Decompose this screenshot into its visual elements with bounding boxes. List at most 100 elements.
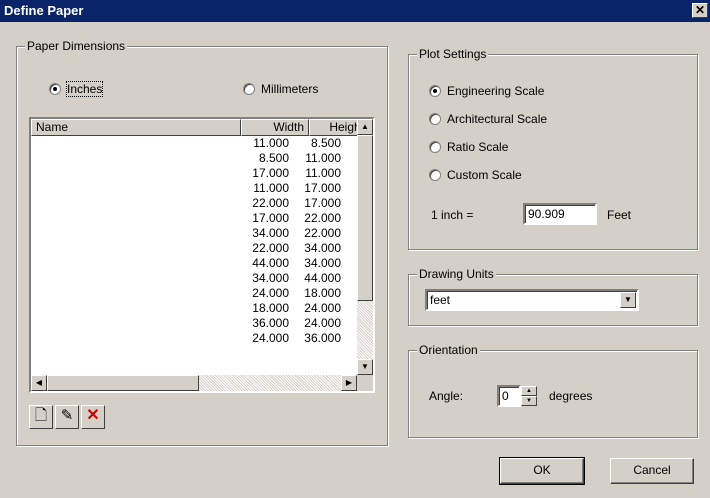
paper-height-cell: 11.000 <box>305 166 341 180</box>
paper-height-cell: 17.000 <box>304 196 341 210</box>
scroll-corner <box>357 375 373 391</box>
angle-field[interactable]: 0 <box>497 385 521 407</box>
column-header-width[interactable]: Width <box>241 119 309 136</box>
scroll-up-icon[interactable]: ▲ <box>357 119 373 135</box>
horizontal-scroll-thumb[interactable] <box>47 375 199 391</box>
window-title: Define Paper <box>4 3 84 18</box>
drawing-units-legend: Drawing Units <box>417 267 496 281</box>
drawing-units-value: feet <box>430 293 451 307</box>
paper-width-cell: 24.000 <box>252 286 289 300</box>
ratio-scale-label: Ratio Scale <box>447 140 509 154</box>
paper-height-cell: 18.000 <box>304 286 341 300</box>
close-icon[interactable]: ✕ <box>692 3 708 18</box>
paper-list-header: Name Width Height <box>31 119 369 136</box>
paper-width-cell: 22.000 <box>252 196 289 210</box>
paper-dimensions-group: Paper Dimensions Inches Millimeters Name… <box>16 39 388 446</box>
new-paper-button[interactable]: 🗋 <box>29 405 53 429</box>
new-paper-icon: 🗋 <box>34 407 48 424</box>
table-row[interactable]: ANSI B (Landscape)17.00011.000 <box>31 166 351 181</box>
custom-scale-radio[interactable]: Custom Scale <box>429 167 522 183</box>
plot-settings-legend: Plot Settings <box>417 47 489 61</box>
scale-value-field[interactable]: 90.909 <box>523 203 597 225</box>
paper-width-cell: 8.500 <box>258 151 289 165</box>
paper-height-cell: 36.000 <box>304 331 341 345</box>
table-row[interactable]: ANSI E (Landscape)44.00034.000 <box>31 256 351 271</box>
spin-down-icon[interactable]: ▼ <box>521 396 537 406</box>
paper-width-cell: 34.000 <box>252 226 289 240</box>
paper-width-cell: 17.000 <box>252 211 289 225</box>
vertical-scroll-thumb[interactable] <box>357 135 373 301</box>
horizontal-scrollbar[interactable]: ◀ ▶ <box>31 375 357 391</box>
table-row[interactable]: ANSI A (Landscape)11.0008.500 <box>31 136 351 151</box>
table-row[interactable]: ANSI B (Portrait)11.00017.000 <box>31 181 351 196</box>
chevron-down-icon[interactable]: ▼ <box>620 292 636 308</box>
delete-paper-button[interactable]: ✕ <box>81 405 105 429</box>
paper-height-cell: 24.000 <box>304 301 341 315</box>
table-row[interactable]: ANSI D (Portrait)22.00034.000 <box>31 241 351 256</box>
millimeters-label: Millimeters <box>261 82 319 96</box>
millimeters-radio[interactable]: Millimeters <box>243 81 318 97</box>
paper-height-cell: 44.000 <box>304 271 341 285</box>
angle-unit-label: degrees <box>549 389 593 403</box>
architectural-scale-label: Architectural Scale <box>447 112 548 126</box>
drawing-units-select[interactable]: feet ▼ <box>425 289 639 311</box>
ratio-scale-radio[interactable]: Ratio Scale <box>429 139 508 155</box>
scroll-right-icon[interactable]: ▶ <box>341 375 357 391</box>
ok-button[interactable]: OK <box>499 457 585 485</box>
paper-list-rows: ANSI A (Landscape)11.0008.500ANSI A (Por… <box>31 136 351 346</box>
table-row[interactable]: ANSI C (Landscape)22.00017.000 <box>31 196 351 211</box>
inches-radio[interactable]: Inches <box>49 81 104 97</box>
paper-list[interactable]: Name Width Height ANSI A (Landscape)11.0… <box>29 117 375 393</box>
millimeters-radio-dot[interactable] <box>243 83 255 95</box>
paper-width-cell: 36.000 <box>252 316 289 330</box>
table-row[interactable]: ARCH D (Portrait)24.00036.000 <box>31 331 351 346</box>
engineering-scale-label: Engineering Scale <box>447 84 545 98</box>
table-row[interactable]: ARCH C (Landscape)24.00018.000 <box>31 286 351 301</box>
paper-height-cell: 22.000 <box>304 211 341 225</box>
orientation-legend: Orientation <box>417 343 480 357</box>
table-row[interactable]: ANSI C (Portrait)17.00022.000 <box>31 211 351 226</box>
paper-width-cell: 22.000 <box>252 241 289 255</box>
drawing-units-group: Drawing Units feet ▼ <box>408 267 698 326</box>
angle-label: Angle: <box>429 389 464 403</box>
paper-width-cell: 44.000 <box>252 256 289 270</box>
paper-height-cell: 24.000 <box>304 316 341 330</box>
paper-width-cell: 17.000 <box>252 166 289 180</box>
angle-spinner[interactable]: ▲ ▼ <box>521 386 537 406</box>
table-row[interactable]: ANSI D (Landscape)34.00022.000 <box>31 226 351 241</box>
paper-height-cell: 17.000 <box>304 181 341 195</box>
architectural-scale-radio-dot[interactable] <box>429 113 441 125</box>
edit-paper-button[interactable]: ✎ <box>55 405 79 429</box>
paper-height-cell: 34.000 <box>304 241 341 255</box>
architectural-scale-radio[interactable]: Architectural Scale <box>429 111 547 127</box>
inches-radio-dot[interactable] <box>49 83 61 95</box>
spin-up-icon[interactable]: ▲ <box>521 386 537 396</box>
inches-label: Inches <box>65 81 104 97</box>
table-row[interactable]: ARCH C (Portrait)18.00024.000 <box>31 301 351 316</box>
custom-scale-radio-dot[interactable] <box>429 169 441 181</box>
scroll-down-icon[interactable]: ▼ <box>357 359 373 375</box>
paper-width-cell: 24.000 <box>252 331 289 345</box>
paper-width-cell: 11.000 <box>253 136 289 150</box>
vertical-scrollbar[interactable]: ▲ ▼ <box>357 119 373 375</box>
paper-width-cell: 11.000 <box>253 181 289 195</box>
scale-prefix-label: 1 inch = <box>431 208 474 222</box>
table-row[interactable]: ARCH D (Landscape)36.00024.000 <box>31 316 351 331</box>
paper-height-cell: 22.000 <box>304 226 341 240</box>
engineering-scale-radio-dot[interactable] <box>429 85 441 97</box>
table-row[interactable]: ANSI E (Portrait)34.00044.000 <box>31 271 351 286</box>
title-bar: Define Paper ✕ <box>0 0 710 22</box>
table-row[interactable]: ANSI A (Portrait)8.50011.000 <box>31 151 351 166</box>
paper-height-cell: 8.500 <box>310 136 341 150</box>
ratio-scale-radio-dot[interactable] <box>429 141 441 153</box>
paper-width-cell: 18.000 <box>252 301 289 315</box>
delete-paper-icon: ✕ <box>86 407 100 424</box>
paper-width-cell: 34.000 <box>252 271 289 285</box>
cancel-button[interactable]: Cancel <box>610 458 694 484</box>
column-header-name[interactable]: Name <box>31 119 241 136</box>
paper-dimensions-legend: Paper Dimensions <box>25 39 128 53</box>
custom-scale-label: Custom Scale <box>447 168 522 182</box>
engineering-scale-radio[interactable]: Engineering Scale <box>429 83 544 99</box>
orientation-group: Orientation Angle: 0 ▲ ▼ degrees <box>408 343 698 438</box>
scroll-left-icon[interactable]: ◀ <box>31 375 47 391</box>
